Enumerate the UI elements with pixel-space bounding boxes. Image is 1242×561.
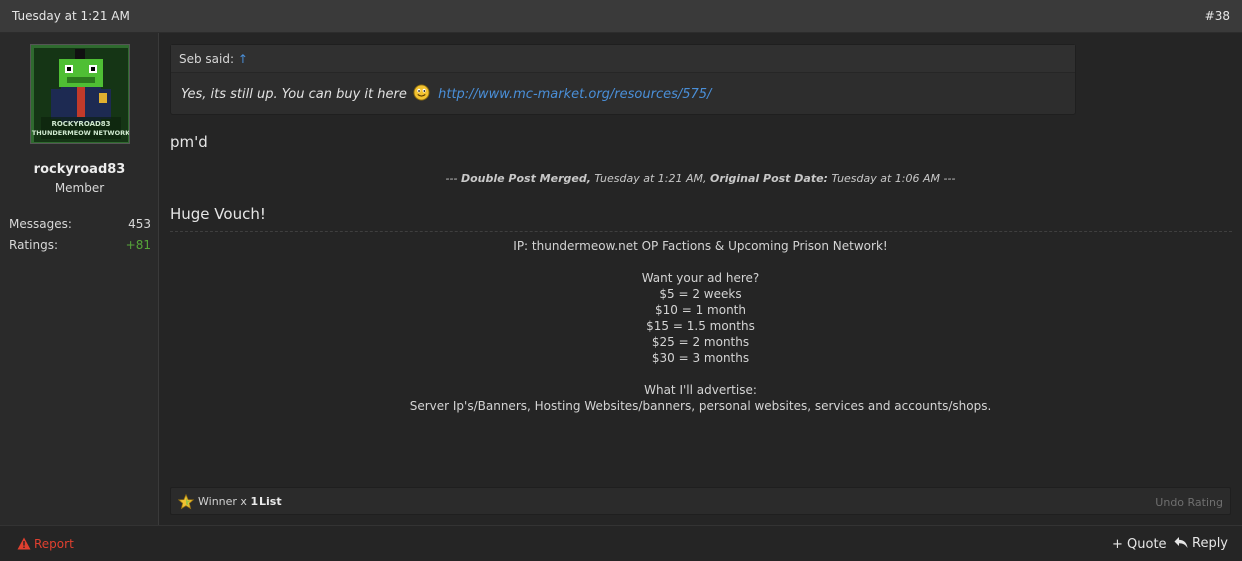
reply-button[interactable]: Reply (1174, 536, 1228, 551)
avatar[interactable]: ROCKYROAD83 THUNDERMEOW NETWORK (30, 44, 130, 144)
reply-arrow-icon (1174, 537, 1188, 548)
warning-icon (17, 537, 31, 550)
message-line-1: pm'd (170, 133, 208, 151)
winner-star-icon (178, 494, 194, 510)
signature-line: Want your ad here? (641, 271, 760, 285)
post-content: Seb said: ↑ Yes, its still up. You can b… (159, 33, 1242, 525)
stat-value[interactable]: +81 (126, 238, 151, 252)
post-date[interactable]: Tuesday at 1:21 AM (12, 9, 130, 23)
rating-count: 1 (250, 495, 259, 508)
stat-ratings: Ratings: +81 (9, 238, 151, 252)
rating-summary: Winner x 1 (198, 495, 258, 508)
quote-header: Seb said: ↑ (171, 45, 1075, 73)
message-line-2: Huge Vouch! (170, 205, 266, 223)
stat-value: 453 (128, 217, 151, 231)
post-header: Tuesday at 1:21 AM #38 (0, 0, 1242, 33)
rating-bar: Winner x 1 List Undo Rating (170, 487, 1231, 515)
resource-link[interactable]: http://www.mc-market.org/resources/575/ (438, 87, 711, 102)
username[interactable]: rockyroad83 (0, 162, 159, 177)
merged-notice: --- Double Post Merged, Tuesday at 1:21 … (159, 172, 1242, 185)
quote-block: Seb said: ↑ Yes, its still up. You can b… (170, 44, 1076, 115)
user-title: Member (54, 181, 105, 195)
signature-line: IP: thundermeow.net OP Factions & Upcomi… (513, 239, 888, 253)
stat-label: Ratings: (9, 238, 58, 252)
signature-line: $15 = 1.5 months (646, 319, 755, 333)
report-button[interactable]: Report (17, 537, 74, 551)
undo-rating-link[interactable]: Undo Rating (1155, 496, 1223, 509)
signature-line: $10 = 1 month (655, 303, 746, 317)
signature-line: Server Ip's/Banners, Hosting Websites/ba… (409, 399, 992, 413)
quote-button[interactable]: + Quote (1112, 537, 1167, 552)
merged-label-2: Original Post Date: (709, 172, 828, 185)
stat-messages: Messages: 453 (9, 217, 151, 231)
merged-label-1: Double Post Merged, (460, 172, 591, 185)
signature-line: $5 = 2 weeks (659, 287, 742, 301)
smiley-icon (413, 84, 430, 101)
quote-text: Yes, its still up. You can buy it here (181, 87, 407, 102)
signature-divider (170, 231, 1232, 232)
avatar-text-bottom: THUNDERMEOW NETWORK (32, 129, 130, 137)
signature-line: $25 = 2 months (651, 335, 750, 349)
signature-line (159, 254, 1242, 270)
reply-label: Reply (1192, 536, 1229, 551)
signature: IP: thundermeow.net OP Factions & Upcomi… (159, 238, 1242, 414)
avatar-image: ROCKYROAD83 THUNDERMEOW NETWORK (31, 45, 130, 143)
signature-line: $30 = 3 months (651, 351, 750, 365)
quote-author: Seb said: (179, 52, 235, 66)
report-label: Report (34, 537, 74, 551)
quote-body: Yes, its still up. You can buy it here h… (171, 73, 1075, 102)
avatar-text-top: ROCKYROAD83 (51, 120, 110, 128)
merged-prefix: --- (445, 172, 461, 185)
post-number[interactable]: #38 (1205, 9, 1230, 23)
merged-time-2: Tuesday at 1:06 AM --- (827, 172, 956, 185)
signature-line: What I'll advertise: (644, 383, 757, 397)
stat-label: Messages: (9, 217, 72, 231)
quote-jump-arrow[interactable]: ↑ (238, 52, 248, 66)
rating-label: Winner x (198, 495, 247, 508)
signature-line (159, 366, 1242, 382)
post-actions: Report + Quote Reply (0, 525, 1242, 561)
rating-list-link[interactable]: List (259, 495, 282, 508)
merged-time-1: Tuesday at 1:21 AM, (590, 172, 710, 185)
user-sidebar: ROCKYROAD83 THUNDERMEOW NETWORK rockyroa… (0, 33, 159, 525)
